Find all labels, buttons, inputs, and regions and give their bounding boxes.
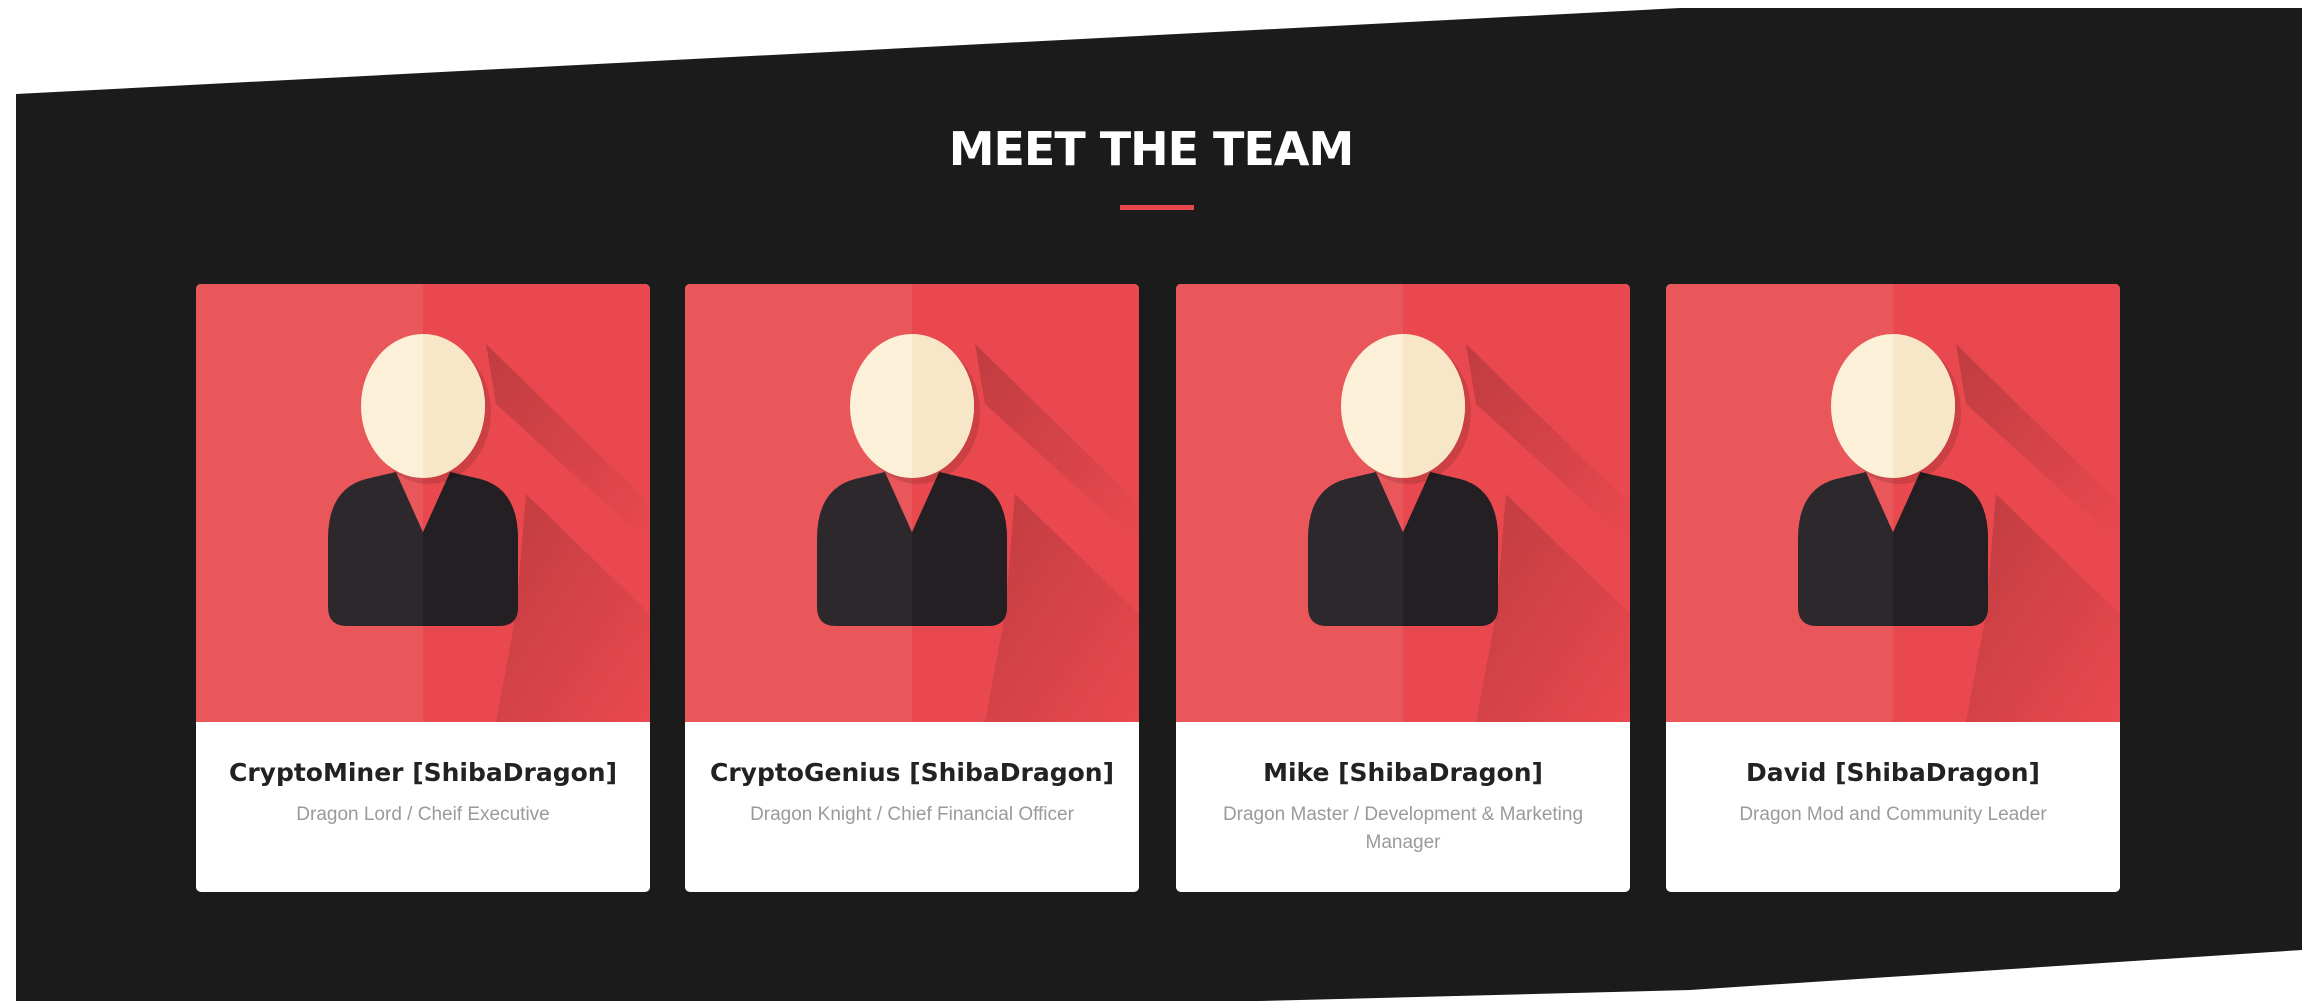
team-section: MEET THE TEAM CryptoMiner [ShibaDragon] … bbox=[0, 0, 2302, 1001]
card-photo bbox=[196, 284, 650, 722]
card-photo bbox=[685, 284, 1139, 722]
section-title: MEET THE TEAM bbox=[948, 122, 1355, 176]
title-underline bbox=[1120, 205, 1194, 210]
person-avatar-icon bbox=[1308, 334, 1630, 722]
member-role: Dragon Master / Development & Marketing … bbox=[1222, 804, 1584, 853]
member-role: Dragon Mod and Community Leader bbox=[1739, 804, 2047, 825]
member-name: CryptoMiner [ShibaDragon] bbox=[228, 758, 618, 787]
member-name: David [ShibaDragon] bbox=[1746, 758, 2040, 787]
team-card-mike: Mike [ShibaDragon] Dragon Master / Devel… bbox=[1176, 284, 1630, 892]
card-photo bbox=[1666, 284, 2120, 722]
member-name: Mike [ShibaDragon] bbox=[1263, 758, 1543, 787]
member-role: Dragon Lord / Cheif Executive bbox=[296, 804, 550, 825]
person-avatar-icon bbox=[817, 334, 1139, 722]
member-name: CryptoGenius [ShibaDragon] bbox=[709, 758, 1115, 787]
person-avatar-icon bbox=[1798, 334, 2120, 722]
card-photo bbox=[1176, 284, 1630, 722]
team-card-cryptogenius: CryptoGenius [ShibaDragon] Dragon Knight… bbox=[685, 284, 1139, 892]
team-cards: CryptoMiner [ShibaDragon] Dragon Lord / … bbox=[196, 284, 2120, 892]
person-avatar-icon bbox=[328, 334, 650, 722]
team-card-cryptominer: CryptoMiner [ShibaDragon] Dragon Lord / … bbox=[196, 284, 650, 892]
team-card-david: David [ShibaDragon] Dragon Mod and Commu… bbox=[1666, 284, 2120, 892]
member-role: Dragon Knight / Chief Financial Officer bbox=[750, 804, 1074, 825]
